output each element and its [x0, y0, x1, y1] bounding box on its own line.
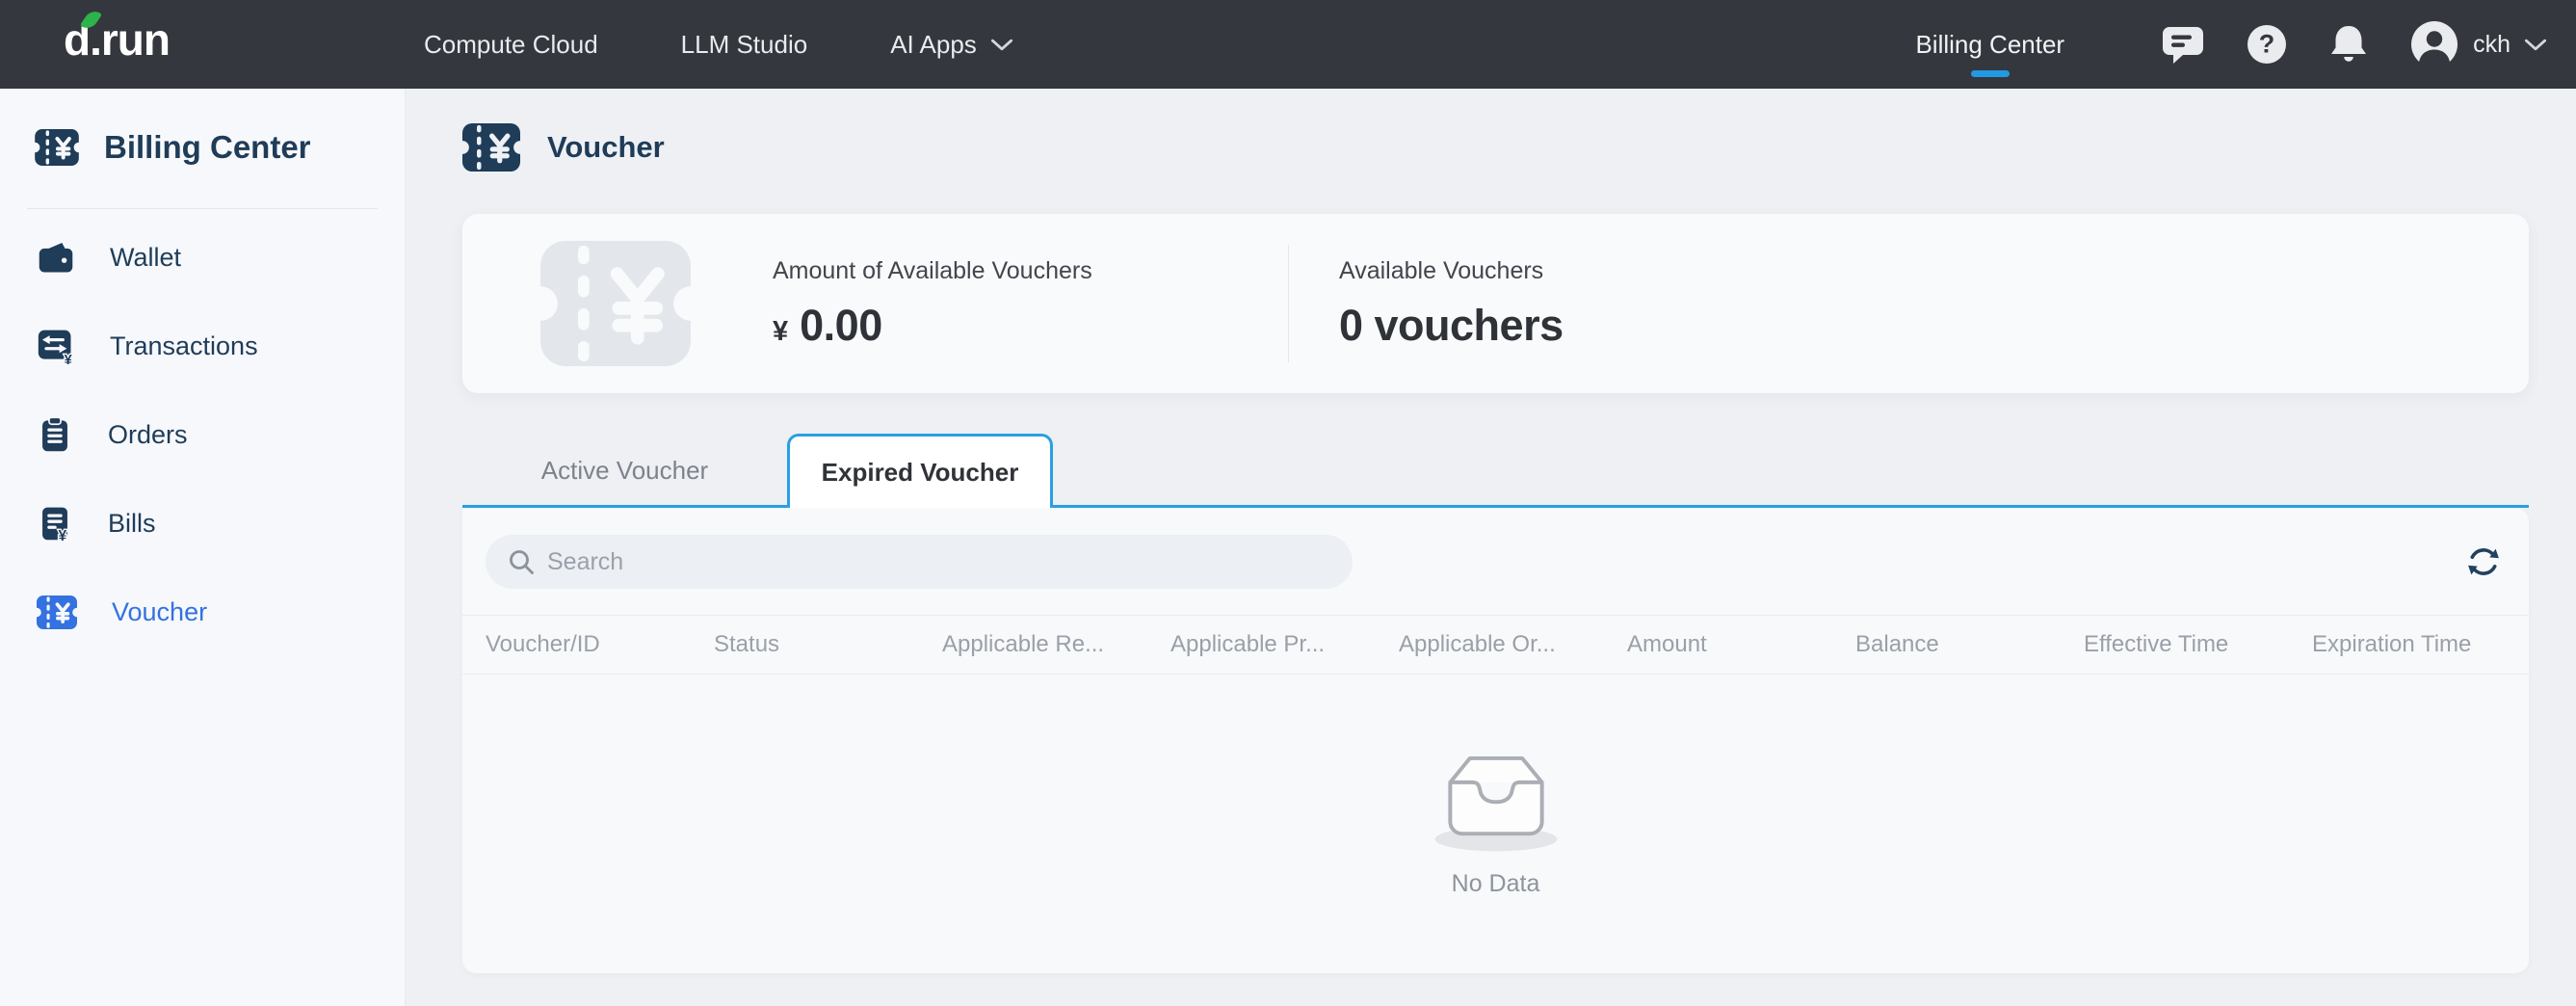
available-count-stat: Available Vouchers 0 vouchers	[1339, 257, 1564, 351]
chevron-down-icon	[2524, 38, 2547, 52]
svg-text:?: ?	[2259, 30, 2275, 59]
nav-item-compute-cloud[interactable]: Compute Cloud	[424, 30, 598, 60]
column-header-applicable-order[interactable]: Applicable Or...	[1399, 631, 1627, 658]
column-header-effective-time[interactable]: Effective Time	[2084, 631, 2312, 658]
voucher-table-panel: Voucher/ID Status Applicable Re... Appli…	[462, 508, 2529, 973]
column-header-applicable-product[interactable]: Applicable Pr...	[1170, 631, 1399, 658]
tab-label: Active Voucher	[541, 456, 708, 486]
empty-state-text: No Data	[1452, 870, 1540, 898]
page-title: Voucher	[547, 130, 665, 165]
username: ckh	[2473, 31, 2510, 59]
voucher-tabs: Active Voucher Expired Voucher	[462, 434, 2529, 508]
billing-center-icon	[35, 129, 79, 166]
column-header-applicable-region[interactable]: Applicable Re...	[942, 631, 1170, 658]
empty-inbox-icon	[1424, 734, 1568, 857]
available-amount-value-row: ¥ 0.00	[773, 301, 1288, 351]
column-header-amount[interactable]: Amount	[1627, 631, 1855, 658]
user-menu[interactable]: ckh	[2409, 19, 2547, 69]
nav-item-label: Compute Cloud	[424, 30, 598, 60]
avatar-icon	[2409, 19, 2459, 69]
sidebar-item-label: Wallet	[110, 243, 181, 273]
sidebar-item-wallet[interactable]: Wallet	[0, 226, 405, 288]
search-icon	[507, 547, 536, 576]
chat-icon[interactable]	[2161, 23, 2205, 66]
sidebar-header: Billing Center	[0, 89, 405, 166]
available-count-value: 0 vouchers	[1339, 301, 1564, 351]
available-count-value-row: 0 vouchers	[1339, 301, 1564, 351]
table-header-row: Voucher/ID Status Applicable Re... Appli…	[462, 615, 2529, 675]
voucher-page-icon	[462, 123, 520, 172]
nav-item-llm-studio[interactable]: LLM Studio	[681, 30, 808, 60]
sidebar-item-bills[interactable]: ¥ Bills	[0, 492, 405, 554]
sidebar-item-label: Bills	[108, 509, 156, 539]
column-header-voucher-id[interactable]: Voucher/ID	[486, 631, 714, 658]
header-right-cluster: Billing Center ?	[1915, 0, 2547, 89]
sidebar-menu: Wallet ¥ Transactions	[0, 209, 405, 643]
search-box[interactable]	[486, 535, 1353, 589]
active-product-underline	[1971, 70, 2010, 77]
sidebar-item-label: Transactions	[110, 331, 258, 361]
currency-symbol: ¥	[773, 316, 788, 348]
app-logo-text: d.run	[64, 14, 170, 65]
page-title-row: Voucher	[462, 123, 2529, 172]
nav-item-label: AI Apps	[890, 30, 977, 60]
sidebar-item-voucher[interactable]: Voucher	[0, 581, 405, 643]
tab-active-voucher[interactable]: Active Voucher	[462, 434, 787, 508]
nav-item-ai-apps[interactable]: AI Apps	[890, 30, 1013, 60]
panel-toolbar	[462, 508, 2529, 589]
sidebar-item-transactions[interactable]: ¥ Transactions	[0, 315, 405, 377]
orders-icon	[37, 414, 73, 455]
column-header-expiration-time[interactable]: Expiration Time	[2312, 631, 2506, 658]
transactions-icon: ¥	[37, 326, 75, 366]
column-header-status[interactable]: Status	[714, 631, 942, 658]
app-logo[interactable]: d.run	[64, 13, 170, 66]
refresh-icon[interactable]	[2463, 542, 2504, 582]
bills-icon: ¥	[37, 503, 73, 543]
available-amount-value: 0.00	[800, 301, 882, 351]
billing-center-label: Billing Center	[1915, 30, 2064, 60]
billing-center-link[interactable]: Billing Center	[1915, 0, 2064, 89]
voucher-watermark-icon	[539, 241, 692, 366]
voucher-summary-card: Amount of Available Vouchers ¥ 0.00 Avai…	[462, 214, 2529, 393]
voucher-icon	[37, 596, 77, 629]
sidebar: Billing Center Wallet	[0, 89, 406, 1006]
available-count-label: Available Vouchers	[1339, 257, 1564, 285]
top-nav: Compute Cloud LLM Studio AI Apps	[424, 0, 1013, 89]
bell-icon[interactable]	[2328, 23, 2369, 66]
app-header: d.run Compute Cloud LLM Studio AI Apps B…	[0, 0, 2576, 89]
tab-expired-voucher[interactable]: Expired Voucher	[787, 434, 1053, 508]
tab-label: Expired Voucher	[822, 458, 1019, 488]
svg-text:¥: ¥	[58, 528, 66, 543]
svg-text:¥: ¥	[65, 353, 73, 366]
sidebar-item-orders[interactable]: Orders	[0, 404, 405, 465]
sidebar-item-label: Voucher	[112, 597, 207, 627]
sidebar-item-label: Orders	[108, 420, 188, 450]
search-input[interactable]	[547, 548, 1331, 576]
help-icon[interactable]: ?	[2246, 23, 2288, 66]
empty-state: No Data	[462, 675, 2529, 898]
column-header-balance[interactable]: Balance	[1855, 631, 2084, 658]
available-amount-stat: Amount of Available Vouchers ¥ 0.00	[773, 257, 1288, 351]
main-content: Voucher Amount of Available Vouchers ¥ 0…	[407, 89, 2576, 1006]
card-divider	[1288, 245, 1289, 362]
wallet-icon	[37, 239, 75, 276]
sidebar-title: Billing Center	[104, 129, 311, 166]
available-amount-label: Amount of Available Vouchers	[773, 257, 1288, 285]
chevron-down-icon	[990, 38, 1013, 52]
nav-item-label: LLM Studio	[681, 30, 808, 60]
